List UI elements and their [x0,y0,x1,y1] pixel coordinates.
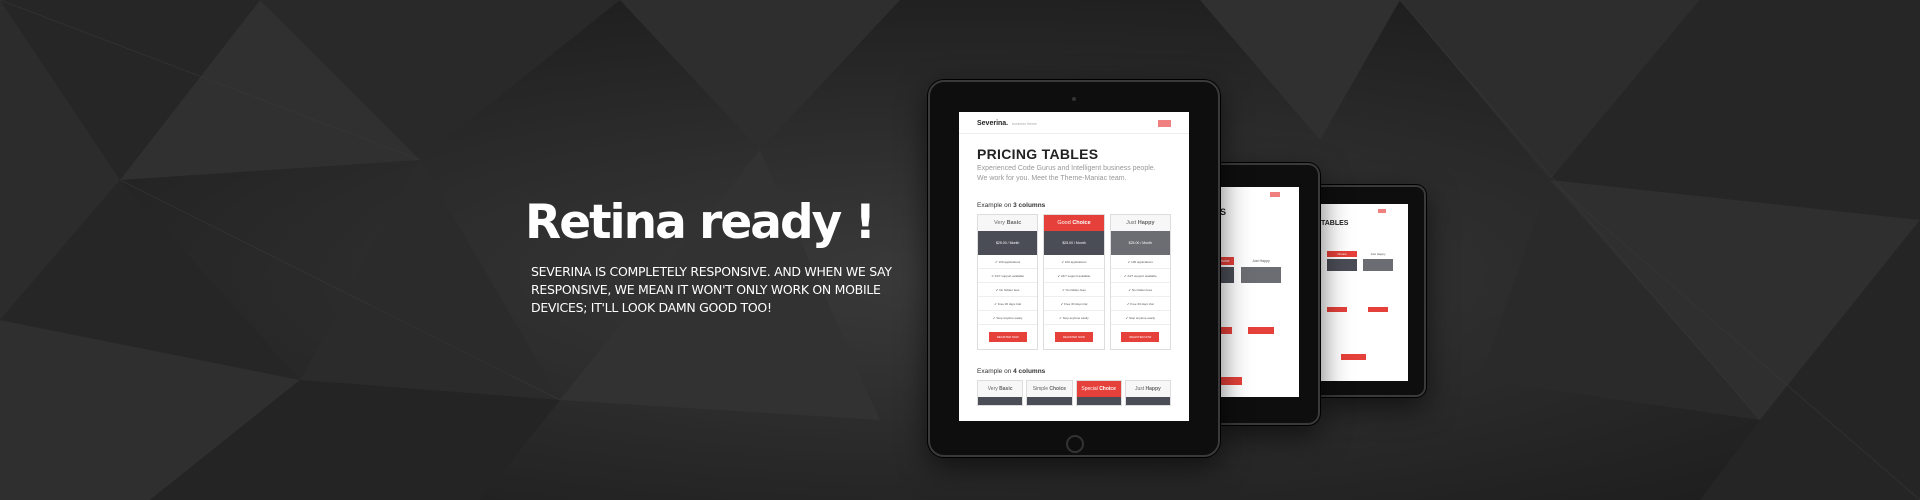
plan-price: $25.00 / Month [1044,231,1104,255]
register-button[interactable]: REGISTER NOW [1054,332,1093,342]
hero-description: SEVERINA IS COMPLETELY RESPONSIVE. AND W… [531,264,892,315]
tablet-small-price-a [1327,259,1357,271]
plan-price [1125,397,1170,405]
plan-price: $25.00 / Month [1110,231,1170,255]
plan-name: Just Happy [1110,215,1170,231]
plan-feature: ✔ No hidden fees [1044,283,1104,297]
site-logo: Severina. [977,120,1009,127]
pricing-column: Simple Choice [1026,380,1073,406]
tablet-medium-menu-icon [1270,192,1280,197]
tablet-medium-button [1248,327,1274,334]
plan-name: Good Choice [1044,215,1104,231]
example-4-label: Example on 4 columns [977,368,1046,375]
hero-title: Retina ready ! [525,195,876,250]
tablet-small-title: TABLES [1321,220,1349,227]
plan-feature: ✔ No hidden fees [1110,283,1170,297]
pricing-column: Very Basic $25.00 / Month ✔ 100 applicatio… [977,214,1039,350]
register-button[interactable]: REGISTER NOW [1121,332,1160,342]
plan-feature: ✔ 24/7 support available [1110,269,1170,283]
menu-icon [1158,120,1171,127]
tablet-small-price-b [1363,259,1393,271]
tablet-small-button [1368,307,1388,312]
register-button[interactable]: REGISTER NOW [988,332,1027,342]
plan-feature: ✔ Stop anytime easily [978,311,1038,325]
page-subtitle: Experienced Code Gurus and Intelligent b… [977,165,1156,182]
plan-feature: ✔ 100 applications [978,255,1038,269]
plan-feature: ✔ No hidden fees [978,283,1038,297]
home-button [1066,435,1084,453]
plan-price [978,397,1023,405]
site-tagline: business theme [1012,121,1037,126]
tablet-small-plan-a: Choice [1327,251,1357,257]
plan-feature: ✔ 100 applications [1110,255,1170,269]
pricing-column: Special Choice [1075,380,1122,406]
plan-feature: ✔ Free 30 days trial [1044,297,1104,311]
tablet-small-plan4 [1341,354,1366,360]
pricing-table-4: Very Basic Simple Choice Special Choice Jus… [977,380,1171,406]
tablet-small-menu-icon [1378,209,1386,213]
plan-feature: ✔ Stop anytime easily [1110,311,1170,325]
page-title: PRICING TABLES [977,146,1099,162]
plan-feature: ✔ Free 30 days trial [1110,297,1170,311]
tablet-large: Severina. business theme PRICING TABLES … [928,80,1220,457]
pricing-column: Good Choice $25.00 / Month ✔ 100 applicati… [1043,214,1105,350]
pricing-column: Just Happy $25.00 / Month ✔ 100 applicatio… [1109,214,1171,350]
tablet-medium-plan-b: Just Happy [1252,259,1270,263]
plan-price: $25.00 / Month [978,231,1038,255]
plan-name: Just Happy [1125,381,1170,397]
plan-name: Very Basic [978,381,1023,397]
tablet-small: TABLES Choice Just Happy [1318,185,1426,397]
plan-name: Special Choice [1076,381,1121,397]
tablet-medium: ES Choice Just Happy [1214,163,1320,425]
pricing-table-3: Very Basic $25.00 / Month ✔ 100 applicatio… [977,214,1171,350]
plan-feature: ✔ 100 applications [1044,255,1104,269]
hero-text-block: Retina ready ! SEVERINA IS COMPLETELY RE… [525,195,925,317]
plan-feature: ✔ 24/7 support available [1044,269,1104,283]
tablet-small-button [1327,307,1347,312]
plan-name: Simple Choice [1027,381,1072,397]
plan-feature: ✔ Stop anytime easily [1044,311,1104,325]
site-header: Severina. business theme [959,112,1189,134]
plan-name: Very Basic [978,215,1038,231]
tablet-medium-screen: ES Choice Just Happy [1214,187,1299,397]
example-3-label: Example on 3 columns [977,202,1046,209]
tablet-camera [1072,97,1076,101]
tablet-small-plan-b: Just Happy [1370,252,1386,256]
tablet-medium-price-b [1241,267,1281,283]
pricing-column: Just Happy [1124,380,1171,406]
tablet-large-screen: Severina. business theme PRICING TABLES … [959,112,1189,421]
plan-price [1027,397,1072,405]
plan-feature: ✔ Free 30 days trial [978,297,1038,311]
plan-price [1076,397,1121,405]
pricing-column: Very Basic [977,380,1024,406]
tablet-small-screen: TABLES Choice Just Happy [1318,204,1408,381]
plan-feature: ✔ 24/7 support available [978,269,1038,283]
